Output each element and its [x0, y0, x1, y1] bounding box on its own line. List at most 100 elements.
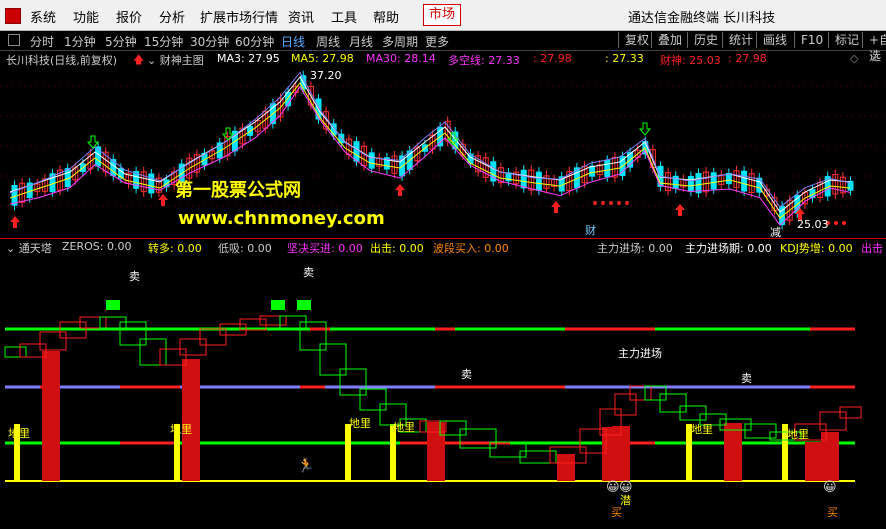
buy-arrow-icon: [10, 216, 20, 228]
dili-label-1: 地里: [8, 427, 30, 440]
candle-body: [710, 172, 717, 190]
red-bar: [557, 454, 575, 481]
tab-15min[interactable]: 15分钟: [144, 33, 183, 50]
stair-step: [614, 393, 637, 416]
market-button[interactable]: 市场: [423, 4, 461, 26]
zeros-value: ZEROS: 0.00: [62, 240, 132, 253]
app-logo-icon: [5, 8, 21, 24]
overlay-button[interactable]: 叠加: [651, 32, 682, 48]
f10-button[interactable]: F10: [794, 32, 823, 48]
stair-step: [319, 343, 347, 376]
zhuli-label: 主力进场: [618, 347, 662, 360]
stair-step: [459, 428, 497, 449]
ma30-value: MA30: 28.14: [366, 52, 436, 65]
tab-daily[interactable]: 日线: [281, 33, 305, 50]
menu-analysis[interactable]: 分析: [159, 7, 185, 26]
stair-step: [659, 393, 687, 413]
mark-button[interactable]: 标记: [828, 32, 859, 48]
tab-weekly[interactable]: 周线: [316, 33, 340, 50]
menu-info[interactable]: 资讯: [288, 7, 314, 26]
signal-dot: [617, 201, 621, 205]
candle-body: [725, 172, 732, 185]
stair-step: [744, 423, 777, 439]
stair-step: [259, 315, 287, 326]
smiley-icon-1: 😀: [606, 480, 620, 495]
close-panel-icon[interactable]: ×: [870, 52, 879, 65]
window-title: 通达信金融终端 长川科技: [628, 11, 776, 26]
dili-label-4: 地里: [393, 421, 415, 434]
watchlist-button[interactable]: +自选: [862, 32, 886, 63]
sell-label-2: 卖: [303, 266, 314, 279]
stair-step: [4, 346, 27, 358]
candle-body: [520, 169, 527, 189]
red-bar: [42, 351, 60, 481]
menu-system[interactable]: 系统: [30, 7, 56, 26]
draw-button[interactable]: 画线: [756, 32, 787, 48]
red-bar: [427, 422, 445, 481]
buy-label-1: 买: [611, 506, 622, 519]
red-bar: [182, 359, 200, 481]
stair-step: [359, 388, 387, 411]
value-2: : 27.33: [605, 52, 644, 65]
ma3-value: MA3: 27.95: [217, 52, 280, 65]
tab-30min[interactable]: 30分钟: [190, 33, 229, 50]
stair-step: [39, 331, 67, 351]
sell-arrow-icon: [638, 122, 652, 136]
red-bar: [821, 432, 839, 481]
stair-step: [299, 321, 327, 351]
buy-arrow-icon: [551, 201, 561, 213]
menu-function[interactable]: 功能: [73, 7, 99, 26]
buy-arrow-icon: [395, 184, 405, 196]
stair-step: [139, 338, 167, 366]
menu-help[interactable]: 帮助: [373, 7, 399, 26]
stair-step: [339, 368, 367, 396]
red-bar: [805, 442, 823, 481]
high-price-label: 37.20: [310, 69, 342, 82]
menu-tools[interactable]: 工具: [331, 7, 357, 26]
candle-body: [687, 176, 694, 192]
menu-quote[interactable]: 报价: [116, 7, 142, 26]
green-block: [106, 300, 120, 310]
tab-5min[interactable]: 5分钟: [105, 33, 137, 50]
tab-monthly[interactable]: 月线: [349, 33, 373, 50]
candle-body: [604, 159, 611, 178]
tab-multi[interactable]: 多周期: [382, 33, 418, 50]
signal-dot: [593, 201, 597, 205]
candle-body: [589, 165, 596, 177]
red-bar: [724, 423, 742, 481]
cai-label: 财: [585, 224, 596, 237]
watermark-url: www.chnmoney.com: [178, 208, 385, 229]
tab-1min[interactable]: 1分钟: [64, 33, 96, 50]
dili-label-2: 地里: [170, 423, 192, 436]
menu-ext-market[interactable]: 扩展市场行情: [200, 7, 278, 26]
stair-step: [679, 405, 707, 421]
tower-indicator-chart: [4, 300, 862, 482]
tab-60min[interactable]: 60分钟: [235, 33, 274, 50]
tab-more[interactable]: 更多: [425, 33, 449, 50]
green-block: [271, 300, 285, 310]
buy-label-2: 买: [827, 506, 838, 519]
smiley-icon-3: 😀: [823, 480, 837, 495]
expand-icon[interactable]: ◇: [850, 52, 858, 65]
candle-body: [695, 173, 702, 194]
tab-fenshi[interactable]: 分时: [30, 33, 54, 50]
restore-right-button[interactable]: 复权: [618, 32, 649, 48]
stair-step: [179, 338, 207, 356]
sell-label-3: 卖: [461, 368, 472, 381]
candle-body: [368, 152, 375, 169]
candle-body: [353, 141, 360, 162]
toolbar-toggle-icon[interactable]: [8, 34, 20, 46]
value-3: : 27.98: [728, 52, 767, 65]
ma30-line: [9, 85, 851, 226]
stair-step: [119, 321, 147, 346]
value-1: : 27.98: [533, 52, 572, 65]
history-button[interactable]: 历史: [687, 32, 718, 48]
candlestick-chart: [0, 70, 886, 230]
sell-label-4: 卖: [741, 372, 752, 385]
runner-icon: 🏃: [297, 458, 315, 474]
stats-button[interactable]: 统计: [722, 32, 753, 48]
stair-step: [199, 328, 227, 346]
buy-arrow-icon: [158, 194, 168, 206]
sell-label-1: 卖: [129, 270, 140, 283]
signal-dot: [834, 221, 838, 225]
